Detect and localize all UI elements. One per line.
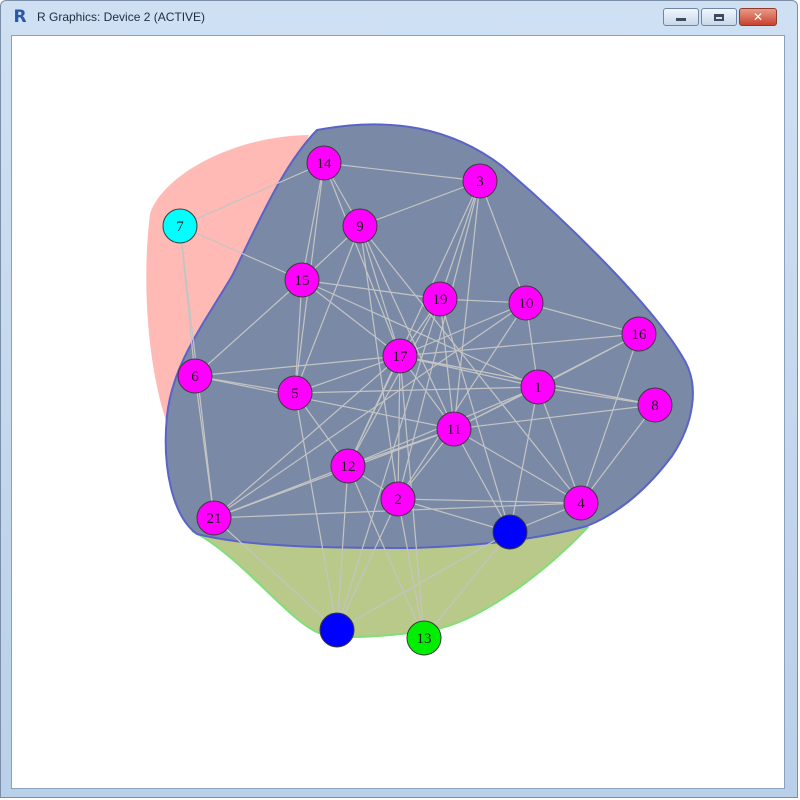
graph-node-7: 7 bbox=[162, 208, 198, 244]
node-label: 7 bbox=[176, 219, 184, 235]
close-button[interactable]: ✕ bbox=[739, 8, 777, 26]
close-icon: ✕ bbox=[752, 10, 764, 24]
graph-node-b1 bbox=[492, 514, 528, 550]
r-graphics-window: R R Graphics: Device 2 (ACTIVE) ✕ 14 3 7 9 1… bbox=[0, 0, 798, 798]
maximize-button[interactable] bbox=[701, 8, 737, 26]
graph-node-b2 bbox=[319, 612, 355, 648]
graph-node-17: 17 bbox=[382, 338, 418, 374]
node-circle bbox=[492, 514, 528, 550]
node-label: 21 bbox=[207, 511, 222, 527]
node-label: 6 bbox=[191, 369, 199, 385]
graph-node-10: 10 bbox=[508, 285, 544, 321]
node-label: 17 bbox=[393, 349, 409, 365]
graph-node-3: 3 bbox=[462, 163, 498, 199]
node-label: 12 bbox=[341, 459, 356, 475]
node-label: 3 bbox=[476, 174, 484, 190]
node-label: 19 bbox=[433, 292, 448, 308]
graph-node-2: 2 bbox=[380, 481, 416, 517]
graph-node-15: 15 bbox=[284, 262, 320, 298]
node-label: 13 bbox=[417, 631, 432, 647]
graph-node-6: 6 bbox=[177, 358, 213, 394]
node-label: 9 bbox=[356, 219, 364, 235]
node-label: 14 bbox=[317, 156, 333, 172]
node-label: 5 bbox=[291, 386, 299, 402]
node-label: 4 bbox=[577, 496, 585, 512]
node-label: 1 bbox=[534, 380, 542, 396]
graphics-canvas: 14 3 7 9 15 19 10 16 17 6 5 1 8 11 12 2 4 21 13 bbox=[11, 35, 785, 789]
node-label: 15 bbox=[295, 273, 310, 289]
window-title: R Graphics: Device 2 (ACTIVE) bbox=[37, 10, 206, 24]
graph-node-16: 16 bbox=[621, 316, 657, 352]
graph-node-5: 5 bbox=[277, 375, 313, 411]
graph-node-12: 12 bbox=[330, 448, 366, 484]
node-label: 16 bbox=[632, 327, 648, 343]
node-circle bbox=[319, 612, 355, 648]
node-label: 11 bbox=[447, 422, 461, 438]
graph-node-21: 21 bbox=[196, 500, 232, 536]
graph-node-11: 11 bbox=[436, 411, 472, 447]
node-label: 8 bbox=[651, 398, 659, 414]
maximize-icon bbox=[714, 13, 724, 21]
group-hulls bbox=[146, 123, 694, 638]
title-bar[interactable]: R R Graphics: Device 2 (ACTIVE) ✕ bbox=[1, 1, 797, 35]
graph-node-4: 4 bbox=[563, 485, 599, 521]
node-label: 2 bbox=[394, 492, 402, 508]
graph-node-8: 8 bbox=[637, 387, 673, 423]
graph-node-13: 13 bbox=[406, 620, 442, 656]
window-controls: ✕ bbox=[663, 8, 777, 26]
graph-node-14: 14 bbox=[306, 145, 342, 181]
graph-node-19: 19 bbox=[422, 281, 458, 317]
r-logo-icon: R bbox=[13, 7, 27, 27]
graph-node-9: 9 bbox=[342, 208, 378, 244]
network-graph: 14 3 7 9 15 19 10 16 17 6 5 1 8 11 12 2 4 21 13 bbox=[146, 123, 694, 656]
minimize-button[interactable] bbox=[663, 8, 699, 26]
graph-node-1: 1 bbox=[520, 369, 556, 405]
node-label: 10 bbox=[519, 296, 534, 312]
minimize-icon bbox=[676, 18, 686, 21]
